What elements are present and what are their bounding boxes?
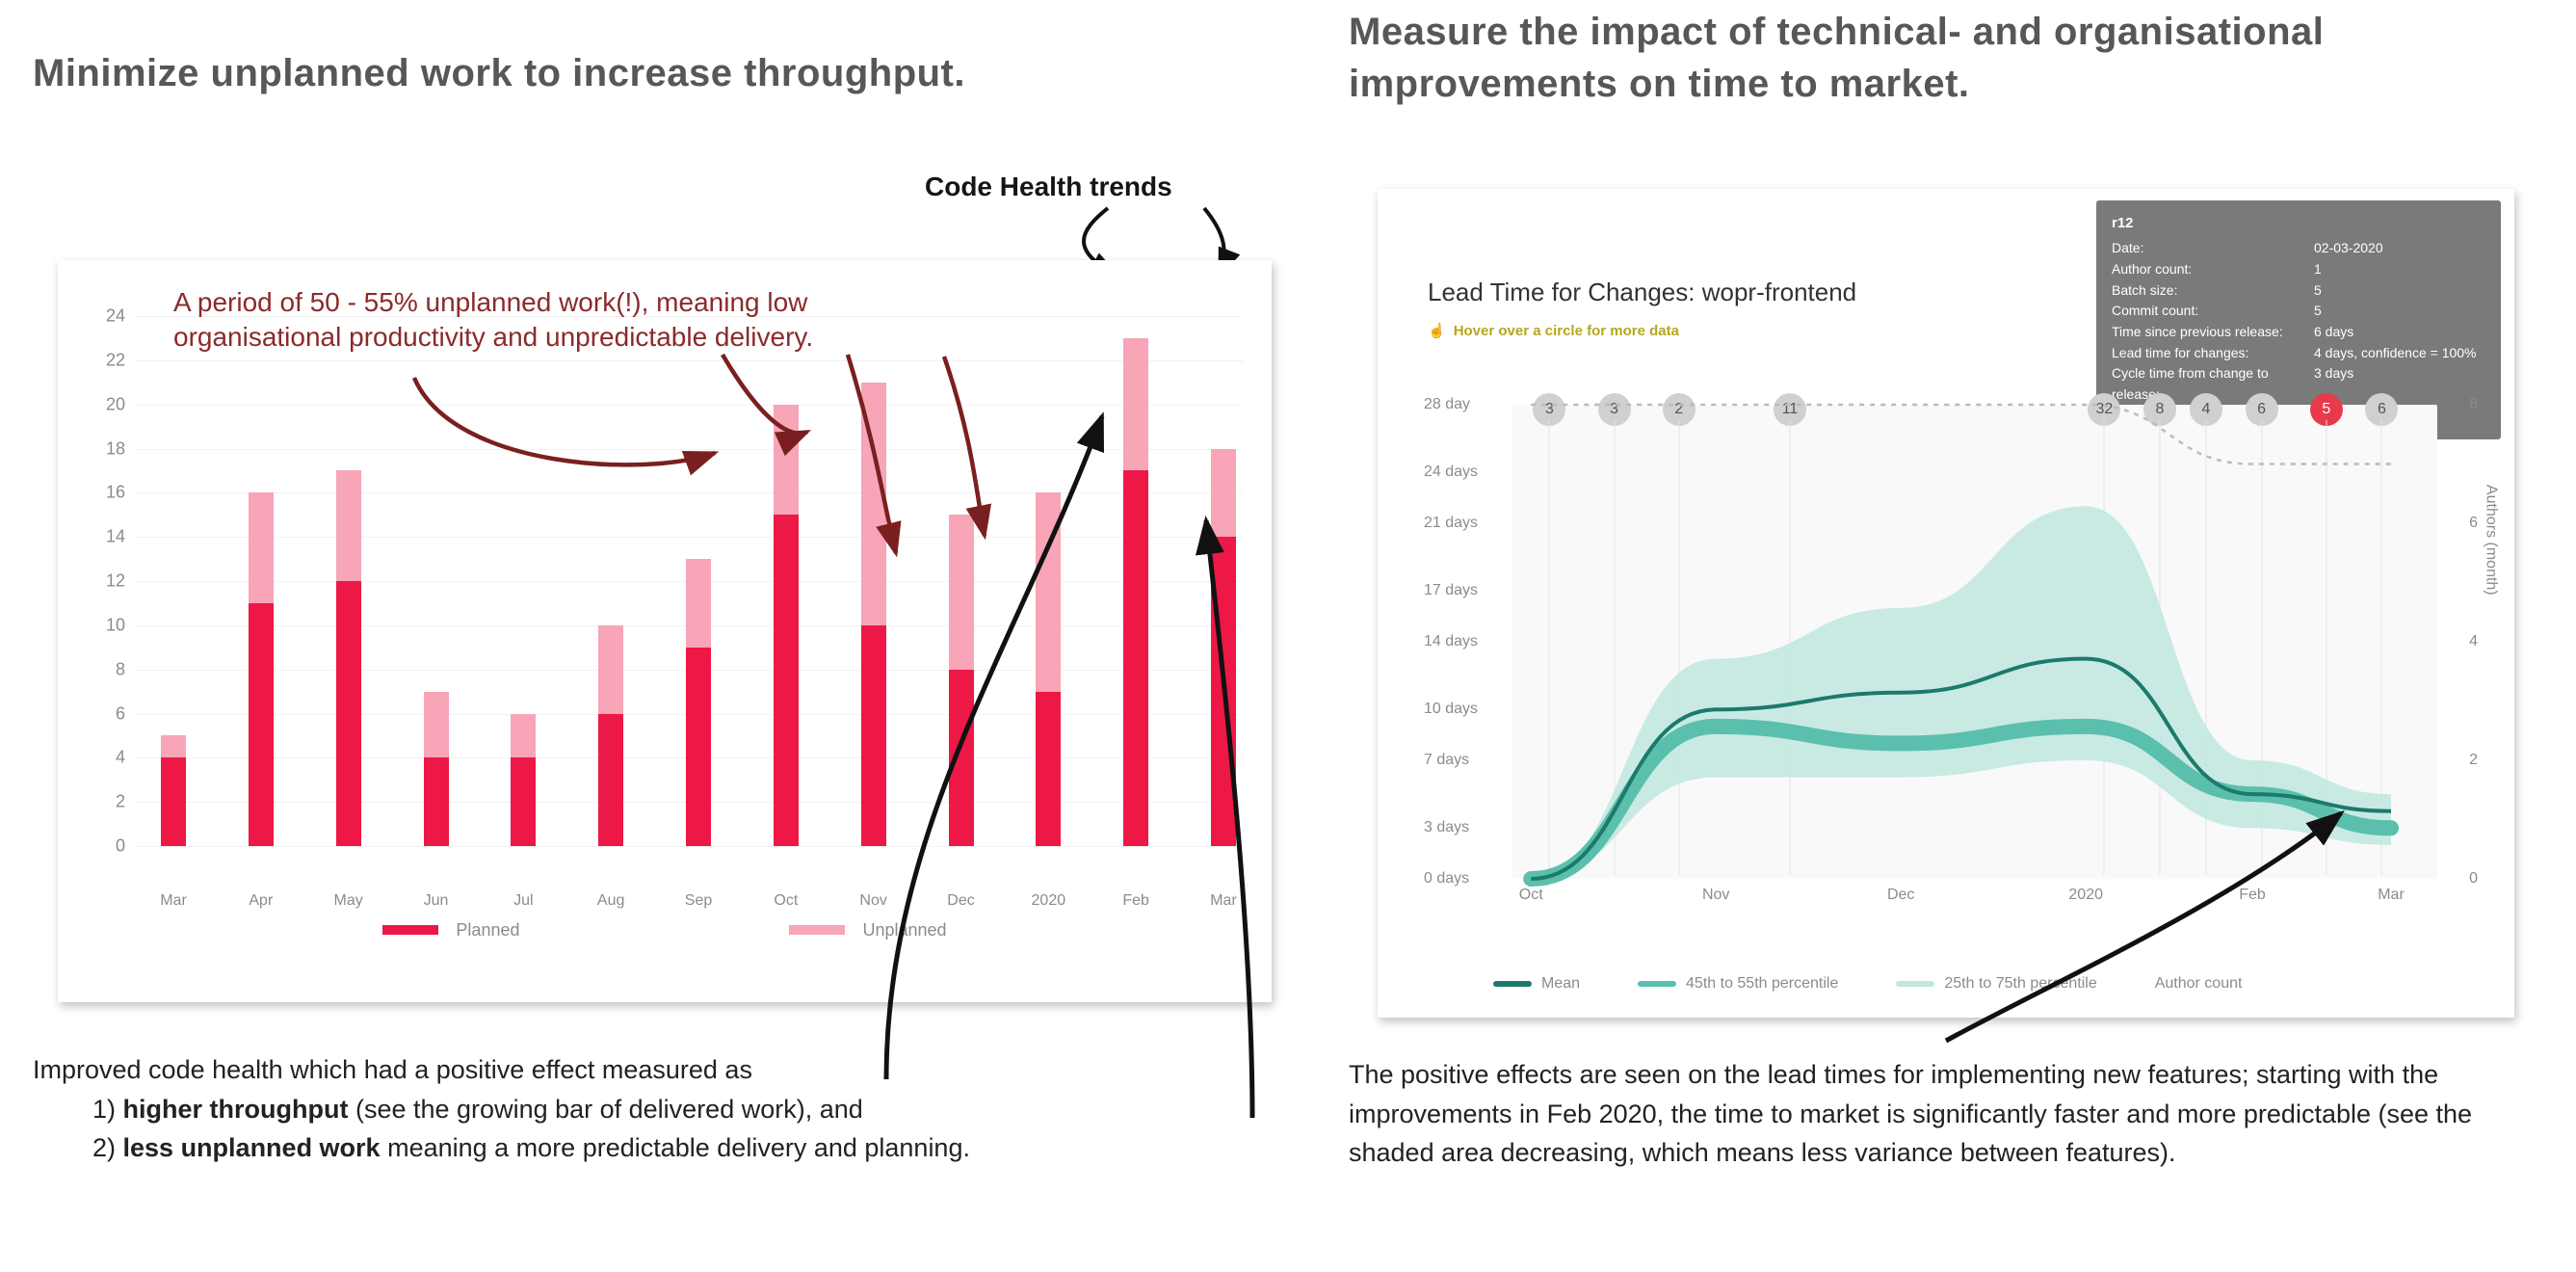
red-annotation: A period of 50 - 55% unplanned work(!), … — [173, 285, 963, 356]
x-tick: Jun — [424, 892, 449, 910]
line-authors — [1531, 405, 2391, 464]
bar-planned — [511, 757, 536, 846]
y-tick: 10 — [96, 615, 125, 635]
lead-time-legend: Mean 45th to 55th percentile 25th to 75t… — [1493, 971, 2476, 996]
bar-chart-card: 024681012141618202224MarAprMayJunJulAugS… — [58, 260, 1272, 1002]
hover-hint: ☝ Hover over a circle for more data — [1428, 322, 1679, 339]
tooltip-row: Batch size:5 — [2112, 280, 2485, 302]
lead-time-card: Lead Time for Changes: wopr-frontend ☝ H… — [1378, 189, 2514, 1018]
bar-unplanned — [249, 492, 274, 603]
y-tick: 4 — [96, 748, 125, 768]
bar-planned — [424, 757, 449, 846]
tooltip-row: Time since previous release:6 days — [2112, 322, 2485, 343]
x-tick: Oct — [774, 892, 798, 910]
tooltip-row: Commit count:5 — [2112, 301, 2485, 322]
tooltip-title: r12 — [2112, 212, 2485, 234]
legend-swatch-planned — [382, 925, 438, 935]
bar-planned — [1211, 537, 1236, 846]
y-tick: 24 — [96, 306, 125, 327]
x-tick: 2020 — [1032, 892, 1066, 910]
right-summary: The positive effects are seen on the lea… — [1349, 1055, 2534, 1173]
y-tick: 6 — [96, 703, 125, 724]
y-tick: 0 — [96, 836, 125, 857]
bar-planned — [686, 648, 711, 846]
tooltip-row: Author count:1 — [2112, 259, 2485, 280]
y-tick: 12 — [96, 571, 125, 592]
legend-authors: Author count — [2155, 975, 2243, 993]
x-tick: Aug — [597, 892, 624, 910]
y-tick: 20 — [96, 394, 125, 414]
x-tick: Mar — [160, 892, 187, 910]
x-tick: Sep — [685, 892, 712, 910]
bar-planned — [336, 581, 361, 846]
bar-planned — [861, 625, 886, 846]
legend-45-55: 45th to 55th percentile — [1638, 975, 1838, 993]
bar-planned — [1036, 692, 1061, 846]
bar-unplanned — [161, 735, 186, 757]
y-tick: 14 — [96, 527, 125, 547]
y-tick: 8 — [96, 659, 125, 679]
legend-mean: Mean — [1493, 975, 1580, 993]
bar-planned — [249, 603, 274, 846]
area-25-75 — [1531, 506, 2391, 879]
bar-unplanned — [949, 515, 974, 669]
left-summary: Improved code health which had a positiv… — [33, 1050, 1247, 1168]
x-tick: Dec — [947, 892, 974, 910]
bar-chart: 024681012141618202224MarAprMayJunJulAugS… — [87, 306, 1243, 885]
bar-unplanned — [1123, 338, 1148, 471]
left-panel: Minimize unplanned work to increase thro… — [0, 0, 1291, 1272]
y-tick: 2 — [96, 792, 125, 812]
right-panel: Measure the impact of technical- and org… — [1329, 0, 2572, 1272]
legend-unplanned: Unplanned — [789, 920, 946, 941]
y-tick: 16 — [96, 483, 125, 503]
x-tick: Feb — [1122, 892, 1149, 910]
bar-unplanned — [861, 383, 886, 625]
bar-unplanned — [424, 692, 449, 758]
x-tick: Jul — [513, 892, 533, 910]
left-heading: Minimize unplanned work to increase thro… — [33, 52, 965, 95]
bar-unplanned — [598, 625, 623, 714]
tooltip-row: Date:02-03-2020 — [2112, 238, 2485, 259]
bar-unplanned — [1036, 492, 1061, 691]
lead-time-chart: 0 days3 days7 days10 days14 days17 days2… — [1416, 382, 2485, 902]
pointer-icon: ☝ — [1428, 322, 1446, 339]
bar-unplanned — [686, 559, 711, 648]
x-tick: Apr — [249, 892, 273, 910]
x-tick: May — [334, 892, 363, 910]
bar-planned — [949, 670, 974, 846]
bar-unplanned — [1211, 449, 1236, 538]
x-tick: Nov — [859, 892, 886, 910]
legend-swatch-unplanned — [789, 925, 845, 935]
legend-planned: Planned — [382, 920, 519, 941]
code-health-trends-label: Code Health trends — [925, 172, 1172, 202]
tooltip-row: Lead time for changes:4 days, confidence… — [2112, 343, 2485, 364]
bar-unplanned — [511, 714, 536, 758]
bar-unplanned — [774, 405, 799, 516]
bar-legend: Planned Unplanned — [173, 915, 1156, 944]
x-tick: Mar — [1210, 892, 1237, 910]
y-tick: 22 — [96, 350, 125, 370]
bar-planned — [774, 515, 799, 846]
bar-planned — [598, 714, 623, 847]
bar-unplanned — [336, 470, 361, 581]
bar-planned — [161, 757, 186, 846]
legend-25-75: 25th to 75th percentile — [1896, 975, 2096, 993]
right-heading: Measure the impact of technical- and org… — [1349, 6, 2543, 110]
y-tick: 18 — [96, 438, 125, 459]
bar-planned — [1123, 470, 1148, 846]
lead-time-title: Lead Time for Changes: wopr-frontend — [1428, 278, 1856, 307]
